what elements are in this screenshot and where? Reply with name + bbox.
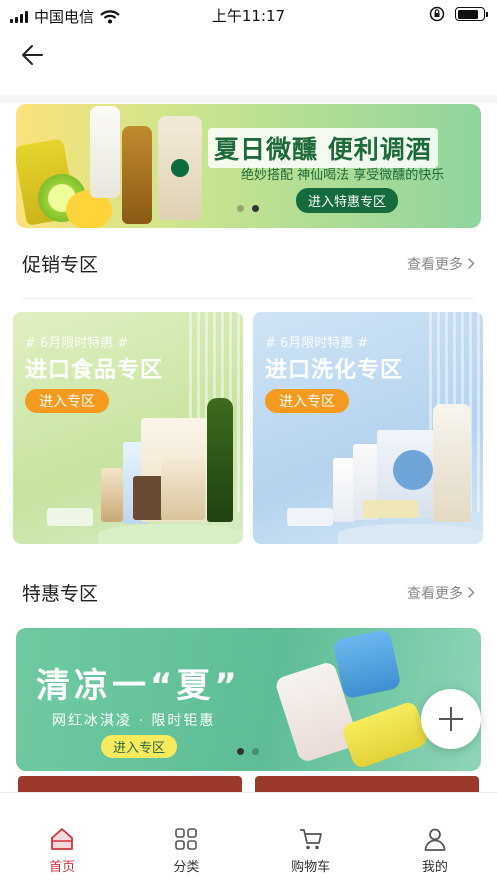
- banner-title: 夏日微醺 便利调酒: [208, 128, 438, 168]
- add-fab-button[interactable]: [421, 689, 481, 749]
- cream-tube-image: [333, 458, 355, 522]
- carousel-dot: [237, 205, 244, 212]
- bottom-tab-bar: 首页 分类 购物车 我的: [0, 792, 497, 883]
- see-more-label: 查看更多: [407, 585, 463, 602]
- promo-see-more-link[interactable]: 查看更多: [407, 254, 475, 274]
- imported-food-card[interactable]: # 6月限时特惠 # 进口食品专区 进入专区: [13, 312, 243, 544]
- carousel-dot-active: [237, 748, 244, 755]
- card-tag: # 6月限时特惠 #: [25, 336, 129, 351]
- next-card-preview: [255, 776, 479, 792]
- olive-oil-bottle-image: [207, 398, 233, 522]
- enter-deals-button[interactable]: 进入特惠专区: [296, 188, 399, 213]
- banner-title: 清凉一“夏”: [36, 666, 241, 706]
- podium: [98, 524, 243, 544]
- carousel-dots: [237, 748, 259, 755]
- soap-bar-image: [363, 500, 419, 518]
- battery-icon: [455, 7, 488, 21]
- header-divider: [0, 95, 497, 103]
- bathroom-box-image: [287, 508, 333, 526]
- plus-icon: [439, 707, 463, 731]
- blue-pad-image: [393, 450, 433, 490]
- see-more-label: 查看更多: [407, 256, 463, 273]
- tab-label: 购物车: [291, 860, 331, 875]
- card-title: 进口食品专区: [25, 358, 164, 383]
- deals-see-more-link[interactable]: 查看更多: [407, 583, 475, 603]
- beef-jerky-image: [133, 476, 163, 520]
- fridge-box-image: [47, 508, 93, 526]
- podium: [338, 524, 483, 544]
- chevron-right-icon: [468, 587, 475, 598]
- grid-icon: [175, 828, 198, 850]
- carousel-dots: [237, 205, 259, 212]
- shampoo-bottle-image: [433, 404, 471, 522]
- tab-category[interactable]: 分类: [124, 793, 248, 883]
- clock: 上午11:17: [211, 7, 286, 25]
- section-divider: [22, 298, 475, 299]
- banner-subtitle: 网红冰淇凌 · 限时钜惠: [52, 713, 216, 729]
- orientation-lock-icon: [429, 6, 445, 22]
- malibu-bottle-image: [90, 106, 120, 198]
- carousel-dot-active: [252, 205, 259, 212]
- user-icon: [424, 828, 446, 851]
- back-arrow-icon[interactable]: [18, 40, 48, 70]
- tab-label: 我的: [421, 860, 448, 875]
- next-card-preview: [18, 776, 242, 792]
- liqueur-bottle-image: [122, 126, 152, 224]
- imported-toiletries-card[interactable]: # 6月限时特惠 # 进口洗化专区 进入专区: [253, 312, 483, 544]
- tab-label: 首页: [49, 860, 76, 875]
- deals-section-title: 特惠专区: [22, 583, 99, 605]
- deals-section-header: 特惠专区 查看更多: [22, 579, 475, 606]
- card-tag: # 6月限时特惠 #: [265, 336, 369, 351]
- card-title: 进口洗化专区: [265, 358, 404, 383]
- banner-subtitle: 绝妙搭配 神仙喝法 享受微醺的快乐: [241, 168, 445, 183]
- cart-icon: [299, 829, 322, 850]
- food-can-image: [101, 468, 123, 522]
- starbucks-logo-image: [171, 159, 189, 177]
- summer-drinks-banner[interactable]: 夏日微醺 便利调酒 绝妙搭配 神仙喝法 享受微醺的快乐 进入特惠专区: [16, 104, 481, 228]
- promo-section-title: 促销专区: [22, 254, 99, 276]
- chevron-right-icon: [468, 258, 475, 269]
- home-icon: [51, 828, 74, 850]
- blue-popsicle-image: [332, 628, 402, 700]
- carousel-dot: [252, 748, 259, 755]
- banana-popsicle-image: [340, 700, 430, 770]
- status-bar: 中国电信 上午11:17: [0, 0, 497, 30]
- enter-zone-button[interactable]: 进入专区: [101, 735, 178, 758]
- tab-cart[interactable]: 购物车: [249, 793, 373, 883]
- enter-zone-button[interactable]: 进入专区: [25, 389, 109, 413]
- tab-profile[interactable]: 我的: [373, 793, 497, 883]
- tab-label: 分类: [173, 860, 200, 875]
- enter-zone-button[interactable]: 进入专区: [265, 389, 349, 413]
- jerky-box-image: [161, 458, 205, 520]
- tab-home[interactable]: 首页: [0, 793, 124, 883]
- promo-section-header: 促销专区 查看更多: [22, 250, 475, 277]
- ice-cream-banner[interactable]: 清凉一“夏” 网红冰淇凌 · 限时钜惠 进入专区: [16, 628, 481, 771]
